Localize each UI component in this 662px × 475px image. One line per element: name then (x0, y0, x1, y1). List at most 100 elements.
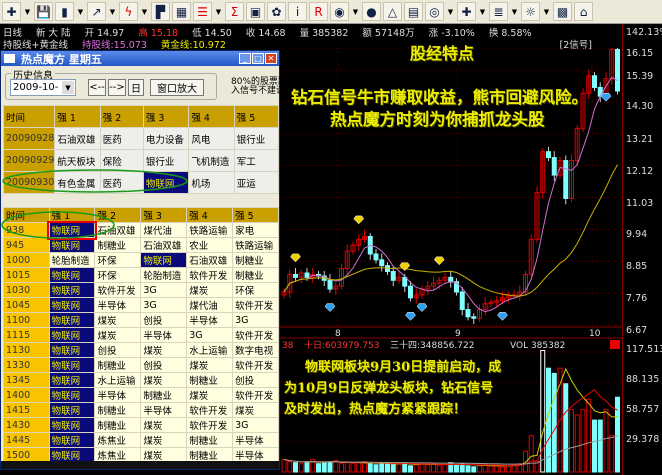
dropdown-arrow-icon[interactable]: ▼ (446, 2, 455, 21)
sector-cell[interactable]: 有色金属 (54, 171, 101, 194)
time-cell[interactable]: 时间 (2, 105, 56, 128)
sector-cell[interactable]: 物联网 (48, 357, 96, 373)
sector-cell[interactable]: 物联网 (140, 252, 188, 268)
pistol-icon[interactable]: ▛ (151, 2, 170, 21)
sector-cell[interactable]: 3G (232, 417, 279, 433)
sector-cell[interactable]: 石油双雄 (140, 237, 188, 253)
sigma-icon[interactable]: Σ (225, 2, 244, 21)
sector-cell[interactable]: 半导体 (94, 387, 142, 403)
time-cell[interactable]: 1045 (3, 297, 50, 313)
sector-cell[interactable]: 物联网 (48, 297, 96, 313)
sector-cell[interactable]: 煤炭 (140, 372, 188, 388)
sector-cell[interactable]: 物联网 (48, 402, 96, 418)
intraday-row[interactable]: 1130 物联网 创投 煤炭 水上运输 数字电视 (3, 342, 279, 358)
sector-cell[interactable]: 数字电视 (232, 342, 279, 358)
sector-cell[interactable]: 制糖业 (140, 387, 188, 403)
sector-cell[interactable]: 电力设备 (142, 127, 190, 150)
sector-cell[interactable]: 制糖业 (94, 237, 142, 253)
sector-cell[interactable]: 制糖业 (232, 252, 279, 268)
sector-cell[interactable]: 石油双雄 (186, 252, 234, 268)
sector-cell[interactable]: 3G (186, 327, 234, 343)
sector-cell[interactable]: 创投 (232, 372, 279, 388)
sector-cell[interactable]: 强 2 (94, 207, 142, 223)
grid-icon[interactable]: ▦ (172, 2, 191, 21)
sector-cell[interactable]: 3G (140, 282, 188, 298)
sector-cell[interactable]: 煤炭 (94, 327, 142, 343)
sector-cell[interactable]: 飞机制造 (188, 149, 235, 172)
sector-cell[interactable]: 半导体 (140, 402, 188, 418)
dropdown-arrow-icon[interactable]: ▼ (351, 2, 360, 21)
intraday-row[interactable]: 1030 物联网 软件开发 3G 煤炭 环保 (3, 282, 279, 298)
triangle-icon[interactable]: △ (383, 2, 402, 21)
intraday-row[interactable]: 1430 物联网 制糖业 煤炭 软件开发 3G (3, 417, 279, 433)
intraday-row[interactable]: 1400 物联网 半导体 制糖业 煤炭 软件开发 (3, 387, 279, 403)
sector-cell[interactable]: 风电 (188, 127, 235, 150)
sector-cell[interactable]: 半导体 (94, 297, 142, 313)
sector-cell[interactable]: 物联网 (48, 342, 96, 358)
sector-cell[interactable]: 软件开发 (186, 402, 234, 418)
minimize-button[interactable]: _ (239, 53, 251, 64)
time-cell[interactable]: 1445 (3, 432, 50, 448)
sector-cell[interactable]: 制糖业 (186, 372, 234, 388)
sector-cell[interactable]: 半导体 (186, 312, 234, 328)
sun-icon[interactable]: ☼ (521, 2, 540, 21)
next-button[interactable]: --> (108, 79, 126, 96)
sector-cell[interactable]: 物联网 (48, 267, 96, 283)
sector-cell[interactable]: 物联网 (48, 282, 96, 298)
time-cell[interactable]: 938 (3, 222, 50, 238)
sector-cell[interactable]: 煤代油 (140, 222, 188, 238)
sector-cell[interactable]: 煤代油 (186, 297, 234, 313)
day-button[interactable]: 日 (128, 79, 144, 96)
sector-cell[interactable]: 航天板块 (54, 149, 101, 172)
prev-button[interactable]: <-- (88, 79, 106, 96)
sector-cell[interactable]: 3G (232, 312, 279, 328)
sector-cell[interactable]: 强 4 (186, 207, 234, 223)
sector-cell[interactable]: 半导体 (232, 432, 279, 448)
chevron-down-icon[interactable]: ▼ (62, 81, 74, 94)
sector-cell[interactable]: 煤炭 (232, 402, 279, 418)
sector-cell[interactable]: 软件开发 (232, 327, 279, 343)
sector-cell[interactable]: 物联网 (48, 312, 96, 328)
sector-cell[interactable]: 创投 (140, 357, 188, 373)
sector-cell[interactable]: 环保 (232, 282, 279, 298)
coin-icon[interactable]: ● (362, 2, 381, 21)
table-header[interactable]: 时间强 1强 2强 3强 4强 5 (3, 207, 279, 223)
dropdown-arrow-icon[interactable]: ▼ (214, 2, 223, 21)
sector-cell[interactable]: 物联网 (48, 372, 96, 388)
info-icon[interactable]: i (288, 2, 307, 21)
sector-cell[interactable]: 煤炭 (140, 432, 188, 448)
time-cell[interactable]: 1000 (3, 252, 50, 268)
sector-cell[interactable]: 铁路运输 (232, 237, 279, 253)
crosshair-icon[interactable]: ✚ (2, 2, 21, 21)
rsi-icon[interactable]: R (309, 2, 328, 21)
date-select[interactable]: 2009-10- 9 ▼ (10, 79, 76, 96)
sector-cell[interactable]: 医药 (99, 171, 144, 194)
sector-cell[interactable]: 煤炭 (186, 357, 234, 373)
sector-cell[interactable]: 强 3 (142, 105, 190, 128)
sector-cell[interactable]: 机场 (188, 171, 235, 194)
sector-cell[interactable]: 水上运输 (94, 372, 142, 388)
home-icon[interactable]: ⌂ (574, 2, 593, 21)
time-cell[interactable]: 1345 (3, 372, 50, 388)
enlarge-window-button[interactable]: 窗口放大 (150, 79, 204, 96)
sector-cell[interactable]: 软件开发 (232, 297, 279, 313)
sector-cell[interactable]: 物联网 (47, 220, 97, 240)
sector-cell[interactable]: 物联网 (48, 432, 96, 448)
plus-icon[interactable]: ✚ (457, 2, 476, 21)
sector-cell[interactable]: 水上运输 (186, 342, 234, 358)
color-blocks-icon[interactable]: ▩ (553, 2, 572, 21)
sector-cell[interactable]: 软件开发 (186, 417, 234, 433)
sector-cell[interactable]: 农业 (186, 237, 234, 253)
time-cell[interactable]: 945 (3, 237, 50, 253)
sector-cell[interactable]: 煤炭 (140, 342, 188, 358)
time-cell[interactable]: 1400 (3, 387, 50, 403)
sector-cell[interactable]: 强 1 (54, 105, 101, 128)
lightning-icon[interactable]: ϟ (119, 2, 138, 21)
sector-cell[interactable]: 煤炭 (186, 387, 234, 403)
intraday-row[interactable]: 1015 物联网 环保 轮胎制造 软件开发 制糖业 (3, 267, 279, 283)
sector-cell[interactable]: 软件开发 (232, 357, 279, 373)
window-title-bar[interactable]: 热点魔方 星期五 _ □ ✕ (1, 51, 279, 66)
sector-cell[interactable]: 软件开发 (186, 267, 234, 283)
save-icon[interactable]: 💾 (34, 2, 53, 21)
sector-cell[interactable]: 轮胎制造 (48, 252, 96, 268)
